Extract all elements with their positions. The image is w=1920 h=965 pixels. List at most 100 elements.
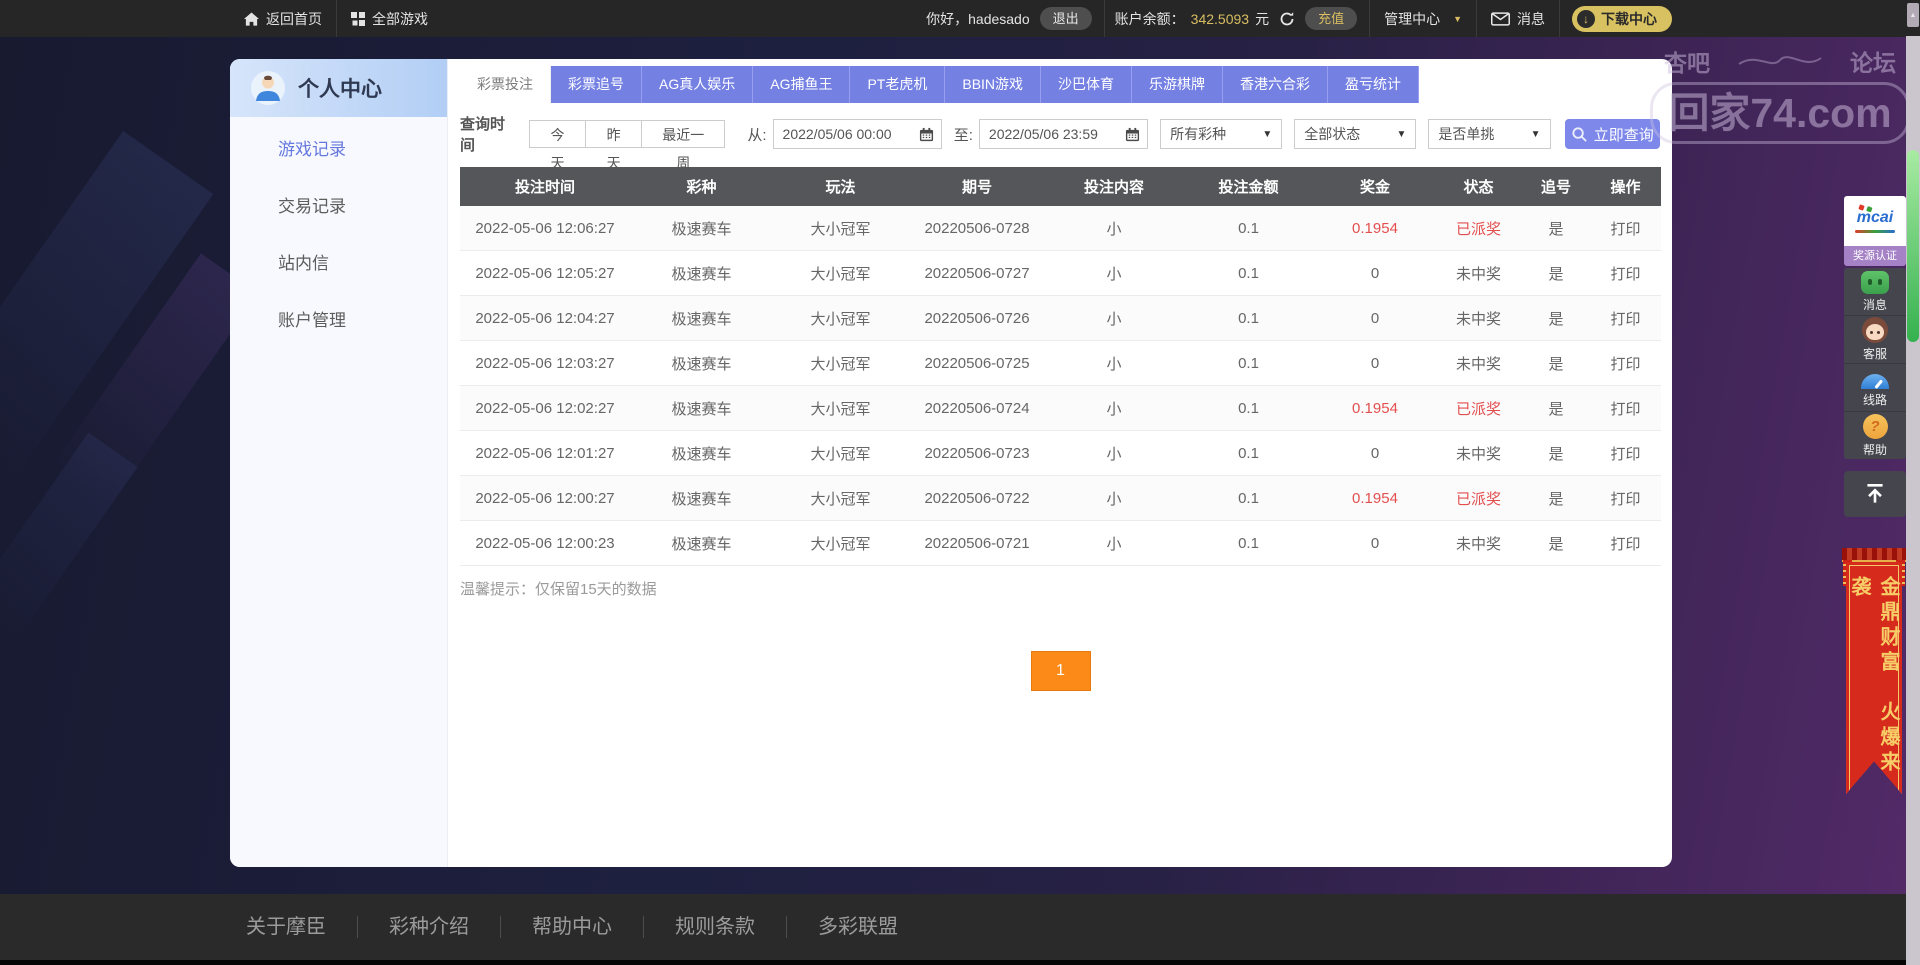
table-row: 2022-05-06 12:00:27极速赛车大小冠军20220506-0722…: [460, 476, 1661, 521]
cell-action[interactable]: 打印: [1590, 341, 1661, 386]
all-games-link[interactable]: 全部游戏: [337, 0, 442, 37]
cell-lottery: 极速赛车: [630, 251, 773, 296]
tab-彩票投注[interactable]: 彩票投注: [460, 66, 551, 103]
watermark-right-text: 论坛: [1850, 44, 1896, 78]
download-center-button[interactable]: ↓ 下载中心: [1572, 6, 1672, 32]
search-button-label: 立即查询: [1594, 124, 1654, 145]
table-row: 2022-05-06 12:02:27极速赛车大小冠军20220506-0724…: [460, 386, 1661, 431]
widget-item-service[interactable]: 客服: [1844, 315, 1906, 363]
cell-action[interactable]: 打印: [1590, 476, 1661, 521]
cell-status: 已派奖: [1435, 206, 1522, 251]
logout-button[interactable]: 退出: [1040, 7, 1092, 31]
page-button-1[interactable]: 1: [1031, 651, 1091, 691]
tab-盈亏统计[interactable]: 盈亏统计: [1328, 66, 1419, 103]
home-link[interactable]: 返回首页: [230, 0, 336, 37]
tab-BBIN游戏[interactable]: BBIN游戏: [945, 66, 1041, 103]
quick-button-last-week[interactable]: 最近一周: [642, 120, 725, 148]
sidebar-header: 个人中心: [230, 59, 447, 117]
tab-乐游棋牌[interactable]: 乐游棋牌: [1132, 66, 1223, 103]
page: { "colors": { "accent_purple": "#7580e3"…: [0, 0, 1920, 965]
scrollbar-thumb[interactable]: [1907, 150, 1919, 342]
sidebar: 个人中心 游戏记录交易记录站内信账户管理: [230, 59, 448, 867]
cell-play: 大小冠军: [773, 251, 908, 296]
lottery-type-select[interactable]: 所有彩种▼: [1160, 119, 1282, 149]
footer-link-规则条款[interactable]: 规则条款: [643, 916, 786, 938]
recharge-button[interactable]: 充值: [1305, 7, 1357, 31]
cert-label: 奖源认证: [1844, 246, 1906, 266]
column-header-操作: 操作: [1590, 167, 1661, 206]
admin-center-menu[interactable]: 管理中心 ▼: [1370, 0, 1476, 37]
balance-label: 账户余额：: [1115, 9, 1185, 29]
cell-lottery: 极速赛车: [630, 431, 773, 476]
cell-action[interactable]: 打印: [1590, 431, 1661, 476]
footer-link-彩种介绍[interactable]: 彩种介绍: [357, 916, 500, 938]
flourish-decoration: [1737, 50, 1823, 72]
cell-status: 未中奖: [1435, 431, 1522, 476]
cert-logo[interactable]: mcai: [1844, 196, 1906, 246]
refresh-icon[interactable]: [1279, 11, 1295, 27]
widget-item-lines[interactable]: 线路: [1844, 363, 1906, 411]
status-select[interactable]: 全部状态▼: [1294, 119, 1416, 149]
cell-prize: 0: [1315, 521, 1435, 566]
from-date-input[interactable]: [781, 125, 903, 143]
tab-沙巴体育[interactable]: 沙巴体育: [1041, 66, 1132, 103]
cell-content: 小: [1046, 521, 1182, 566]
footer-link-多彩联盟[interactable]: 多彩联盟: [786, 916, 929, 938]
calendar-icon[interactable]: [1125, 127, 1140, 142]
cell-issue: 20220506-0721: [908, 521, 1046, 566]
table-row: 2022-05-06 12:04:27极速赛车大小冠军20220506-0726…: [460, 296, 1661, 341]
cell-status: 未中奖: [1435, 341, 1522, 386]
calendar-icon[interactable]: [919, 127, 934, 142]
quick-button-today[interactable]: 今天: [529, 120, 586, 148]
cell-prize: 0.1954: [1315, 386, 1435, 431]
widget-item-help[interactable]: 帮助: [1844, 411, 1906, 459]
sidebar-item-站内信[interactable]: 站内信: [230, 235, 447, 292]
table-body: 2022-05-06 12:06:27极速赛车大小冠军20220506-0728…: [460, 206, 1661, 566]
cell-action[interactable]: 打印: [1590, 386, 1661, 431]
envelope-icon: [1491, 12, 1510, 26]
tab-彩票追号[interactable]: 彩票追号: [551, 66, 642, 103]
search-button[interactable]: 立即查询: [1565, 119, 1660, 149]
sidebar-item-游戏记录[interactable]: 游戏记录: [230, 121, 447, 178]
sidebar-item-交易记录[interactable]: 交易记录: [230, 178, 447, 235]
widget-item-label: 帮助: [1863, 441, 1887, 458]
mcai-logo-underline: [1855, 230, 1895, 233]
tab-香港六合彩[interactable]: 香港六合彩: [1223, 66, 1328, 103]
admin-center-label: 管理中心: [1384, 9, 1440, 29]
cell-prize: 0.1954: [1315, 476, 1435, 521]
cell-content: 小: [1046, 431, 1182, 476]
cell-prize: 0: [1315, 251, 1435, 296]
bg-streak: [0, 433, 138, 648]
cell-time: 2022-05-06 12:00:27: [460, 476, 630, 521]
tab-AG真人娱乐[interactable]: AG真人娱乐: [642, 66, 753, 103]
cell-chase: 是: [1522, 296, 1590, 341]
quick-button-yesterday[interactable]: 昨天: [586, 120, 642, 148]
cell-action[interactable]: 打印: [1590, 251, 1661, 296]
cell-action[interactable]: 打印: [1590, 296, 1661, 341]
banner-body: 金鼎财富 火爆来袭: [1846, 562, 1902, 794]
tab-AG捕鱼王[interactable]: AG捕鱼王: [753, 66, 850, 103]
bottom-strip: [0, 960, 1920, 965]
messages-link[interactable]: 消息: [1477, 0, 1559, 37]
scrollbar-up-arrow[interactable]: ▲: [1907, 3, 1919, 27]
cell-chase: 是: [1522, 341, 1590, 386]
chevron-down-icon: ▼: [1262, 129, 1272, 140]
promo-banner[interactable]: 金鼎财富 火爆来袭: [1842, 548, 1906, 794]
cell-action[interactable]: 打印: [1590, 206, 1661, 251]
from-date-box: [773, 119, 942, 149]
single-pick-select[interactable]: 是否单挑▼: [1428, 119, 1550, 149]
cell-amount: 0.1: [1182, 341, 1315, 386]
back-to-top-button[interactable]: [1844, 471, 1906, 517]
column-header-玩法: 玩法: [773, 167, 908, 206]
to-date-input[interactable]: [987, 125, 1109, 143]
cell-action[interactable]: 打印: [1590, 521, 1661, 566]
chevron-down-icon: ▼: [1396, 129, 1406, 140]
cell-issue: 20220506-0727: [908, 251, 1046, 296]
footer-link-帮助中心[interactable]: 帮助中心: [500, 916, 643, 938]
cell-chase: 是: [1522, 386, 1590, 431]
sidebar-item-账户管理[interactable]: 账户管理: [230, 292, 447, 349]
widget-item-messages[interactable]: 消息: [1844, 268, 1906, 315]
footer-link-关于摩臣[interactable]: 关于摩臣: [239, 916, 357, 938]
cell-time: 2022-05-06 12:03:27: [460, 341, 630, 386]
tab-PT老虎机[interactable]: PT老虎机: [850, 66, 945, 103]
